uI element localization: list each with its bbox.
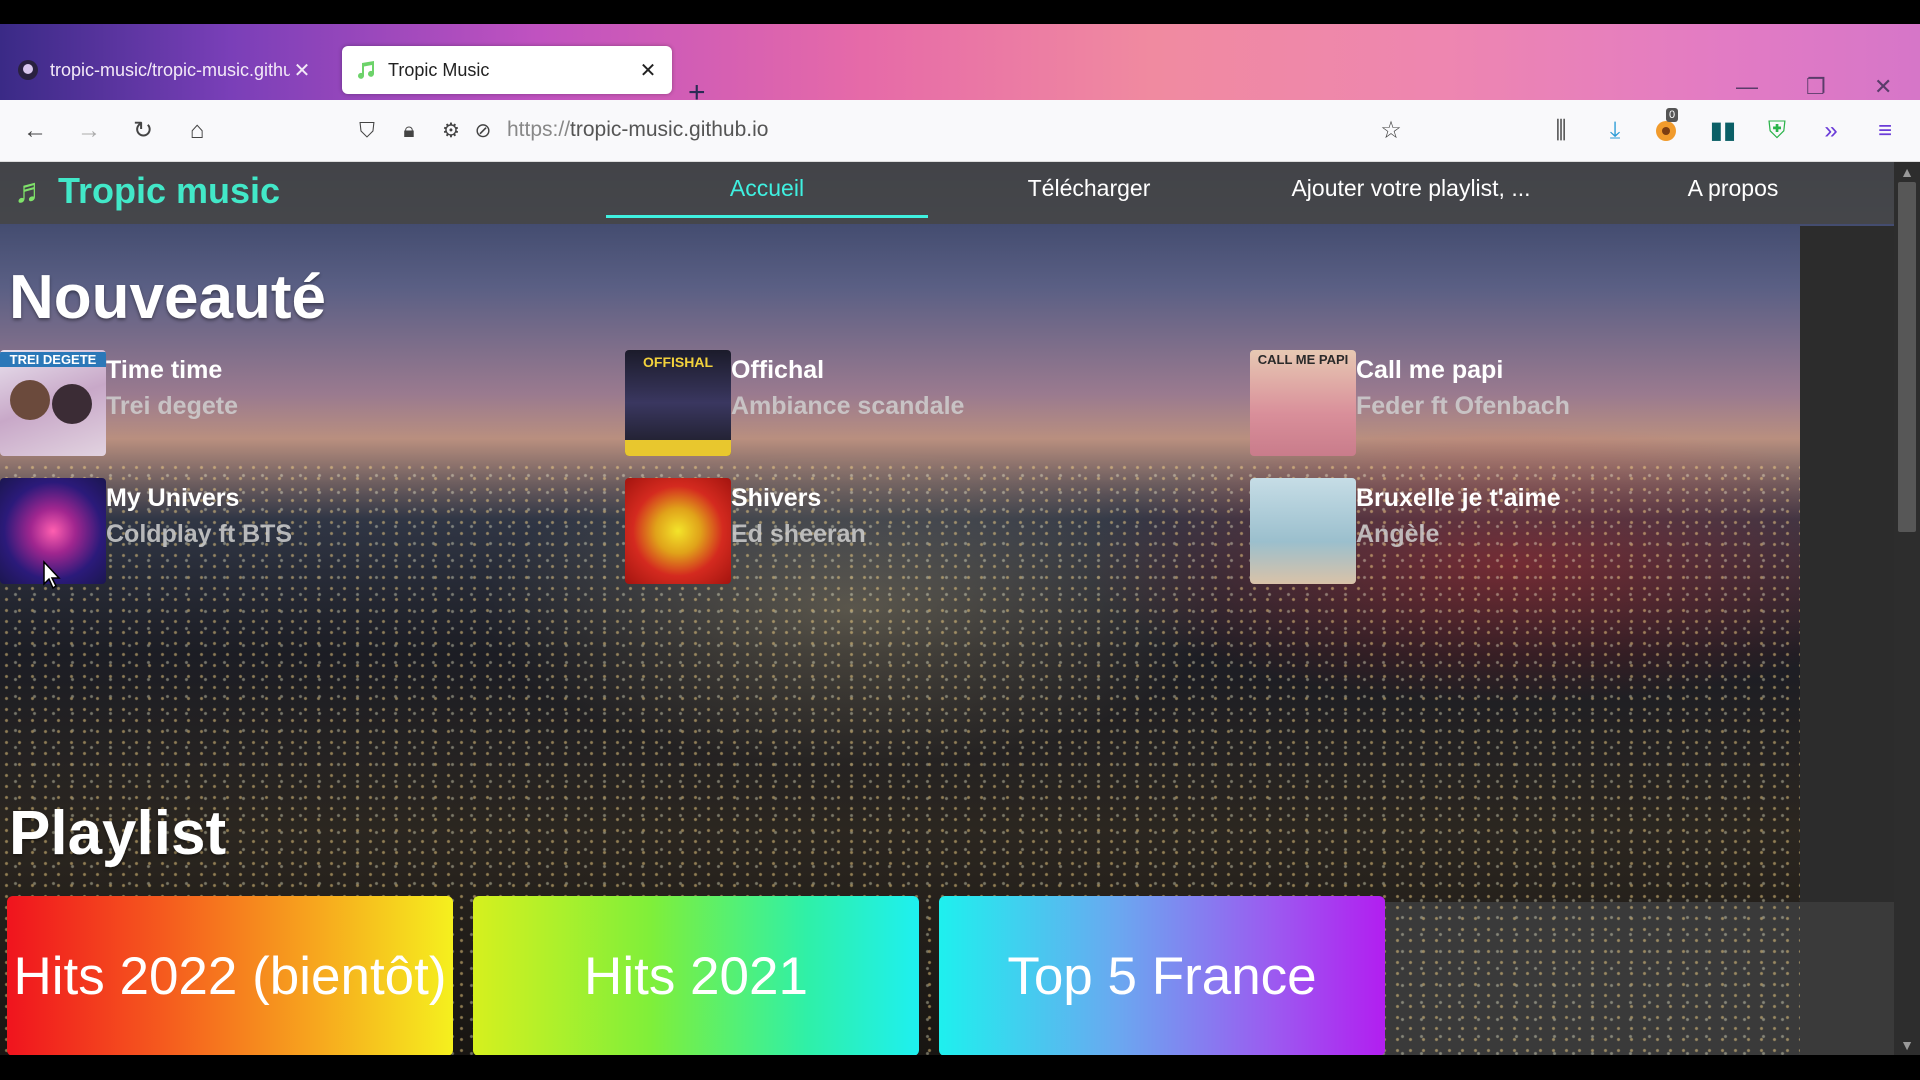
playlist-card-top-5-france[interactable]: Top 5 France [939,896,1385,1055]
song-card[interactable]: Shivers Ed sheeran [625,478,1185,584]
site-logo[interactable]: ♬ Tropic music [14,170,280,212]
github-icon [16,58,40,82]
scrollbar-thumb[interactable] [1898,182,1916,532]
song-title: Call me papi [1356,356,1504,384]
tab-title: Tropic Music [388,59,490,80]
close-window-icon[interactable]: ✕ [1874,74,1892,100]
music-note-icon: ♬ [14,171,48,210]
music-note-icon [354,58,378,82]
background-grey-area [1380,902,1894,1055]
overflow-icon[interactable]: » [1816,116,1846,146]
lock-icon[interactable]: 🔒︎ [394,116,424,146]
song-title: Bruxelle je t'aime [1356,484,1561,512]
album-cover: OFFISHAL [625,350,731,456]
album-cover [625,478,731,584]
nav-accueil[interactable]: Accueil [606,162,928,224]
download-icon[interactable]: ⤓ [1600,116,1630,146]
scroll-up-icon[interactable]: ▲ [1894,164,1920,180]
tab-tropic-music[interactable]: Tropic Music ✕ [342,46,672,94]
song-card[interactable]: CALL ME PAPI Call me papi Feder ft Ofenb… [1250,350,1810,456]
song-title: My Univers [106,484,240,512]
tab-title: tropic-music/tropic-music.githu [50,59,290,80]
song-title: Offichal [731,356,825,384]
permissions-icon[interactable]: ⚙ [436,116,466,146]
shield-icon[interactable]: ⛉ [352,116,382,146]
page-scrollbar[interactable]: ▲ ▼ [1894,162,1920,1055]
forward-icon[interactable]: → [74,116,104,146]
song-card[interactable]: Bruxelle je t'aime Angèle [1250,478,1810,584]
cover-text: OFFISHAL [643,354,713,370]
song-card[interactable]: OFFISHAL Offichal Ambiance scandale [625,350,1185,456]
hamburger-menu-icon[interactable]: ≡ [1870,116,1900,146]
nav-telecharger[interactable]: Télécharger [928,162,1250,224]
back-icon[interactable]: ← [20,116,50,146]
cover-text: CALL ME PAPI [1257,352,1349,367]
reload-icon[interactable]: ↻ [128,116,158,146]
minimize-icon[interactable]: — [1736,74,1758,100]
nav-a-propos[interactable]: A propos [1572,162,1894,224]
scroll-down-icon[interactable]: ▼ [1894,1037,1920,1053]
cover-text: TREI DEGETE [0,352,106,367]
playlist-title: Playlist [9,799,227,868]
page-viewport: ♬ Tropic music Accueil Télécharger Ajout… [0,162,1894,1055]
playlist-card-hits-2022[interactable]: Hits 2022 (bientôt) [7,896,453,1055]
song-card[interactable]: My Univers Coldplay ft BTS [0,478,560,584]
stats-extension-icon[interactable]: ▮▮ [1708,116,1738,146]
song-artist: Ambiance scandale [731,392,965,420]
letterbox-top [0,0,1920,24]
song-artist: Ed sheeran [731,520,866,548]
letterbox-bottom [0,1055,1920,1080]
tab-github[interactable]: tropic-music/tropic-music.githu ✕ [4,46,326,94]
album-cover: CALL ME PAPI [1250,350,1356,456]
url-bar[interactable]: https://tropic-music.github.io [507,118,768,142]
tab-bar: tropic-music/tropic-music.githu ✕ Tropic… [0,24,1920,109]
song-artist: Trei degete [106,392,238,420]
tracking-off-icon[interactable]: ⊘ [468,116,498,146]
nouveaute-title: Nouveauté [9,263,326,332]
song-card[interactable]: TREI DEGETE Time time Trei degete [0,350,560,456]
song-artist: Coldplay ft BTS [106,520,293,548]
url-scheme: https:// [507,118,571,141]
logo-text: Tropic music [58,170,281,211]
mouse-pointer-icon [40,560,62,597]
song-artist: Angèle [1356,520,1440,548]
song-title: Shivers [731,484,822,512]
url-host: tropic-music.github.io [570,118,769,141]
home-icon[interactable]: ⌂ [182,116,212,146]
close-tab-icon[interactable]: ✕ [636,58,660,83]
site-header: ♬ Tropic music Accueil Télécharger Ajout… [0,162,1894,224]
bookmark-star-icon[interactable]: ☆ [1376,116,1406,146]
library-icon[interactable]: ⫼ [1546,116,1576,146]
album-cover [1250,478,1356,584]
album-cover: TREI DEGETE [0,350,106,456]
nav-ajouter-playlist[interactable]: Ajouter votre playlist, ... [1250,162,1572,224]
nav-bar: ← → ↻ ⌂ ⛉ 🔒︎ ⚙ ⊘ https://tropic-music.gi… [0,100,1920,162]
extension-badge: 0 [1666,108,1679,122]
song-artist: Feder ft Ofenbach [1356,392,1570,420]
playlist-card-hits-2021[interactable]: Hits 2021 [473,896,919,1055]
extension-icon[interactable]: 0 [1652,108,1682,146]
restore-icon[interactable]: ❐ [1806,74,1826,100]
song-title: Time time [106,356,223,384]
close-tab-icon[interactable]: ✕ [290,58,314,83]
shield-check-icon[interactable]: ⛨ [1762,116,1792,146]
